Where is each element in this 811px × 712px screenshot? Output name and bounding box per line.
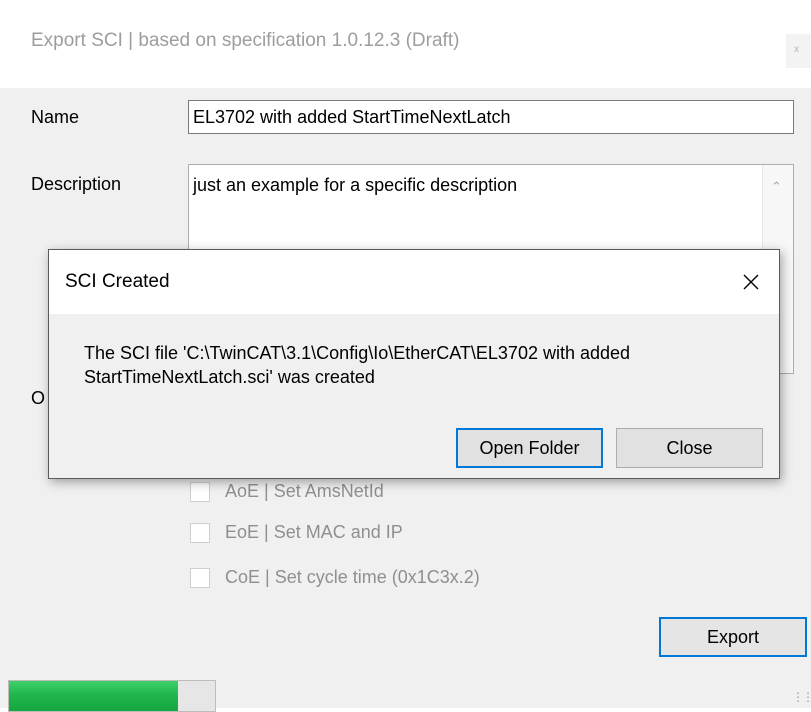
option-label: EoE | Set MAC and IP: [225, 522, 403, 542]
name-input[interactable]: EL3702 with added StartTimeNextLatch: [188, 100, 794, 134]
option-label: CoE | Set cycle time (0x1C3x.2): [225, 567, 480, 587]
window-title: Export SCI | based on specification 1.0.…: [31, 30, 460, 51]
name-input-value: EL3702 with added StartTimeNextLatch: [193, 107, 511, 127]
description-value: just an example for a specific descripti…: [193, 175, 518, 195]
name-label: Name: [31, 107, 80, 127]
description-label: Description: [31, 174, 122, 194]
dialog-title: SCI Created: [65, 271, 170, 292]
dialog-message: The SCI file 'C:\TwinCAT\3.1\Config\Io\E…: [84, 343, 631, 387]
export-button[interactable]: Export: [659, 617, 807, 657]
dialog-close-button[interactable]: [733, 264, 769, 298]
close-icon: x: [794, 44, 799, 55]
sci-created-dialog: SCI Created The SCI file 'C:\TwinCAT\3.1…: [48, 249, 780, 479]
checkbox[interactable]: [190, 482, 210, 502]
close-button[interactable]: Close: [616, 428, 763, 468]
window-titlebar: Export SCI | based on specification 1.0.…: [0, 0, 811, 88]
checkbox[interactable]: [190, 568, 210, 588]
open-folder-button[interactable]: Open Folder: [456, 428, 603, 468]
window-close-button[interactable]: x: [786, 34, 811, 68]
checkbox[interactable]: [190, 523, 210, 543]
progress-fill: [9, 681, 178, 711]
options-label: O: [31, 388, 46, 408]
progress-bar: [8, 680, 216, 712]
close-icon: [743, 274, 759, 290]
scroll-up-icon[interactable]: ⌃: [771, 179, 782, 195]
dialog-titlebar: SCI Created: [49, 250, 779, 314]
resize-grip-icon[interactable]: ⋮⋮: [792, 690, 811, 704]
option-label: AoE | Set AmsNetId: [225, 481, 384, 501]
